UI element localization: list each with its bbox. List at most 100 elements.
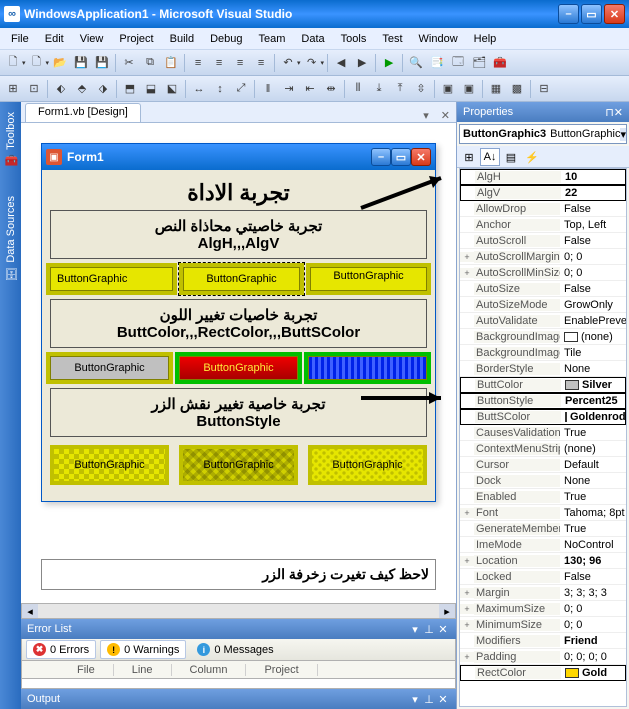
size-h-icon[interactable]: ↕ (210, 79, 230, 99)
menu-tools[interactable]: Tools (334, 31, 374, 47)
prop-row-font[interactable]: +FontTahoma; 8pt (460, 505, 626, 521)
vspace-inc-icon[interactable]: ⤓ (369, 79, 389, 99)
prop-row-buttscolor[interactable]: ButtSColorGoldenrod (460, 409, 626, 425)
prop-value[interactable]: Tahoma; 8pt (560, 507, 626, 519)
form-close-button[interactable]: ✕ (411, 148, 431, 166)
chevron-down-icon[interactable]: ▾ (620, 128, 626, 141)
menu-window[interactable]: Window (412, 31, 465, 47)
prop-value[interactable]: Percent25 (561, 395, 625, 407)
sidebar-toolbox[interactable]: 🧰Toolbox (2, 108, 20, 172)
align-l-icon[interactable]: ⬖ (51, 79, 71, 99)
prop-value[interactable]: Silver (561, 379, 625, 391)
menu-file[interactable]: File (4, 31, 36, 47)
solution-explorer-icon[interactable]: 📑 (427, 53, 447, 73)
tab-dropdown-icon[interactable]: ▾ (417, 109, 435, 122)
prop-row-allowdrop[interactable]: AllowDropFalse (460, 201, 626, 217)
prop-value[interactable]: False (560, 203, 626, 215)
size-both-icon[interactable]: ⤢ (231, 79, 251, 99)
prop-row-imemode[interactable]: ImeModeNoControl (460, 537, 626, 553)
hspace-rem-icon[interactable]: ⇹ (321, 79, 341, 99)
grid-icon[interactable]: ⊞ (3, 79, 23, 99)
prop-value[interactable]: True (560, 491, 626, 503)
undo-icon[interactable]: ↶ (278, 53, 298, 73)
prop-row-backgroundimagelayout[interactable]: BackgroundImageLayoutTile (460, 345, 626, 361)
bring-front-icon[interactable]: ▦ (486, 79, 506, 99)
alphabetical-icon[interactable]: A↓ (480, 148, 500, 166)
prop-row-anchor[interactable]: AnchorTop, Left (460, 217, 626, 233)
errcol-project[interactable]: Project (246, 664, 317, 676)
prop-row-autosizemode[interactable]: AutoSizeModeGrowOnly (460, 297, 626, 313)
properties-header[interactable]: Properties ⊓ ✕ (457, 102, 629, 122)
prop-row-algv[interactable]: AlgV22 (460, 185, 626, 201)
redo-icon[interactable]: ↷ (302, 53, 322, 73)
align-b-icon[interactable]: ⬕ (162, 79, 182, 99)
menu-team[interactable]: Team (252, 31, 293, 47)
align-r-icon[interactable]: ⬗ (93, 79, 113, 99)
errorlist-header[interactable]: Error List ▾ ⊥ ✕ (21, 619, 456, 639)
output-pin-icon[interactable]: ⊥ (422, 693, 436, 706)
properties-grid[interactable]: AlgH10AlgV22AllowDropFalseAnchorTop, Lef… (459, 168, 627, 707)
menu-view[interactable]: View (73, 31, 111, 47)
button-graphic-1[interactable]: ButtonGraphic (50, 267, 173, 291)
copy-icon[interactable]: ⧉ (140, 53, 160, 73)
props-page-icon[interactable]: ▤ (501, 148, 521, 166)
prop-value[interactable]: 0; 0 (560, 267, 626, 279)
new-file-icon[interactable]: 🗋 (27, 53, 47, 73)
cut-icon[interactable]: ✂ (119, 53, 139, 73)
prop-value[interactable]: Goldenrod (561, 411, 625, 423)
output-header[interactable]: Output ▾ ⊥ ✕ (21, 689, 456, 709)
prop-value[interactable]: True (560, 427, 626, 439)
prop-value[interactable]: EnablePrevent (560, 315, 626, 327)
tab-close-icon[interactable]: ✕ (435, 109, 456, 122)
vspace-rem-icon[interactable]: ⇳ (411, 79, 431, 99)
prop-row-maximumsize[interactable]: +MaximumSize0; 0 (460, 601, 626, 617)
prop-row-rectcolor[interactable]: RectColorGold (460, 665, 626, 681)
new-project-icon[interactable]: 🗋 (3, 53, 23, 73)
errors-filter[interactable]: ✖0 Errors (26, 640, 96, 659)
errorlist-dropdown-icon[interactable]: ▾ (408, 623, 422, 636)
save-icon[interactable]: 💾 (71, 53, 91, 73)
prop-value[interactable]: True (560, 523, 626, 535)
find-icon[interactable]: 🔍 (406, 53, 426, 73)
button-graphic-7[interactable]: ButtonGraphic (50, 445, 169, 485)
vspace-eq-icon[interactable]: ⦀ (348, 79, 368, 99)
output-dropdown-icon[interactable]: ▾ (408, 693, 422, 706)
expand-icon[interactable]: + (460, 652, 474, 662)
prop-value[interactable]: 130; 96 (560, 555, 626, 567)
prop-row-generatemember[interactable]: GenerateMemberTrue (460, 521, 626, 537)
align-c-icon[interactable]: ⬘ (72, 79, 92, 99)
object-browser-icon[interactable]: 🗂 (469, 53, 489, 73)
menu-data[interactable]: Data (294, 31, 331, 47)
errorlist-pin-icon[interactable]: ⊥ (422, 623, 436, 636)
button-graphic-9[interactable]: ButtonGraphic (308, 445, 427, 485)
prop-value[interactable]: Tile (560, 347, 626, 359)
prop-row-autoscroll[interactable]: AutoScrollFalse (460, 233, 626, 249)
prop-value[interactable]: False (560, 283, 626, 295)
prop-row-margin[interactable]: +Margin3; 3; 3; 3 (460, 585, 626, 601)
button-graphic-4[interactable]: ButtonGraphic (50, 356, 169, 380)
prop-row-enabled[interactable]: EnabledTrue (460, 489, 626, 505)
prop-value[interactable]: Gold (561, 667, 625, 679)
prop-row-cursor[interactable]: CursorDefault (460, 457, 626, 473)
prop-value[interactable]: Friend (560, 635, 626, 647)
events-icon[interactable]: ⚡ (522, 148, 542, 166)
size-w-icon[interactable]: ↔ (189, 79, 209, 99)
props-close-icon[interactable]: ✕ (614, 106, 623, 119)
center-v-icon[interactable]: ▣ (459, 79, 479, 99)
toolbox-icon[interactable]: 🧰 (490, 53, 510, 73)
prop-row-algh[interactable]: AlgH10 (460, 169, 626, 185)
prop-value[interactable]: Top, Left (560, 219, 626, 231)
expand-icon[interactable]: + (460, 620, 474, 630)
categorized-icon[interactable]: ⊞ (459, 148, 479, 166)
snap-icon[interactable]: ⊡ (24, 79, 44, 99)
prop-value[interactable]: 10 (561, 171, 625, 183)
properties-object-selector[interactable]: ButtonGraphic3 ButtonGraphic ▾ (459, 124, 627, 144)
start-icon[interactable]: ▶ (379, 53, 399, 73)
tab-order-icon[interactable]: ⊟ (534, 79, 554, 99)
prop-value[interactable]: None (560, 363, 626, 375)
save-all-icon[interactable]: 💾 (92, 53, 112, 73)
prop-value[interactable]: (none) (560, 331, 626, 343)
prop-row-location[interactable]: +Location130; 96 (460, 553, 626, 569)
button-graphic-3[interactable]: ButtonGraphic (310, 267, 427, 291)
menu-edit[interactable]: Edit (38, 31, 71, 47)
